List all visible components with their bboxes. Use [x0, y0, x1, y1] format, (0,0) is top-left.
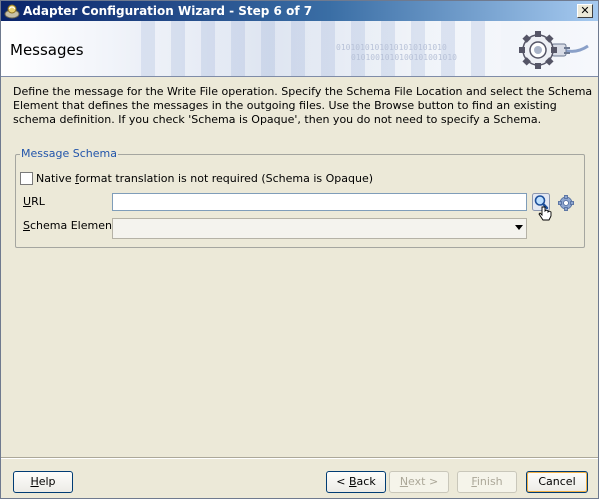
gear-plug-icon — [512, 24, 590, 74]
schema-element-select[interactable] — [112, 218, 527, 239]
chevron-down-icon[interactable] — [515, 225, 523, 230]
title-bar: Adapter Configuration Wizard - Step 6 of… — [1, 1, 598, 21]
app-icon — [4, 3, 20, 19]
opaque-schema-checkbox[interactable] — [20, 172, 33, 185]
binary-decoration: 01010101010101010101010 — [336, 43, 447, 52]
description-text: Define the message for the Write File op… — [13, 85, 593, 126]
cancel-button[interactable]: Cancel — [526, 471, 588, 493]
header-decoration — [141, 21, 501, 76]
message-schema-group: Message Schema Native format translation… — [15, 147, 585, 248]
url-label: URL — [23, 195, 45, 208]
window-title: Adapter Configuration Wizard - Step 6 of… — [23, 4, 313, 18]
close-button[interactable]: ✕ — [577, 4, 593, 18]
binary-decoration: 0101001010100101001010 — [351, 53, 457, 62]
page-title: Messages — [10, 41, 84, 59]
schema-element-label: Schema Element — [23, 219, 117, 232]
button-separator — [1, 457, 598, 459]
next-button[interactable]: Next > — [389, 471, 449, 493]
gear-icon[interactable] — [558, 195, 574, 211]
url-input[interactable] — [112, 193, 527, 211]
help-button[interactable]: Help — [13, 471, 73, 493]
browse-search-icon[interactable] — [532, 193, 554, 223]
wizard-header: 01010101010101010101010 0101001010100101… — [1, 21, 598, 77]
group-legend: Message Schema — [20, 147, 118, 160]
back-button[interactable]: < Back — [326, 471, 386, 493]
finish-button[interactable]: Finish — [457, 471, 517, 493]
wizard-window: Adapter Configuration Wizard - Step 6 of… — [0, 0, 599, 499]
opaque-schema-label[interactable]: Native format translation is not require… — [36, 172, 373, 185]
